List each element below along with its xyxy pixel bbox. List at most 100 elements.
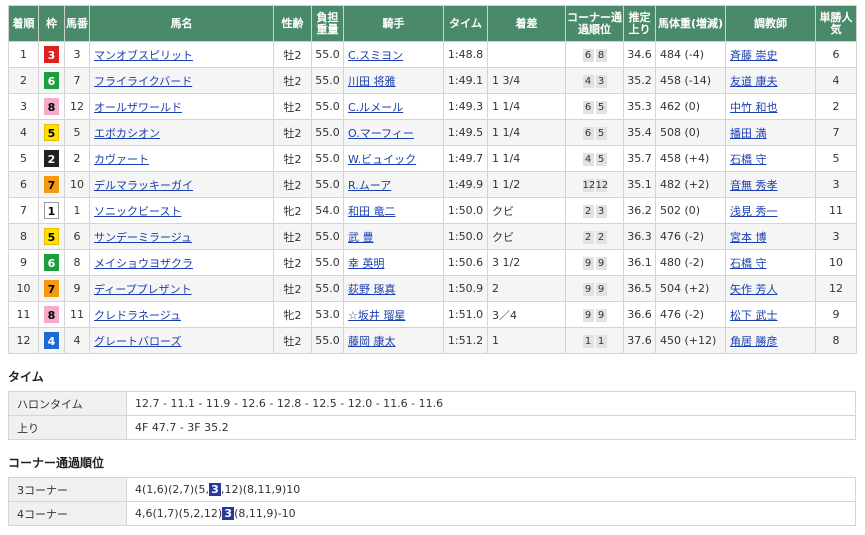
- sex-cell: 牡2: [273, 327, 312, 354]
- body-cell: 502 (0): [655, 197, 726, 224]
- corner4-pre: 4,6(1,7)(5,2,12): [135, 507, 223, 520]
- table-row: 5 2 2 カヴァート 牡2 55.0 W.ビュイック 1:49.7 1 1/4 4 5 35.7 45…: [8, 145, 857, 172]
- jockey-link[interactable]: W.ビュイック: [348, 153, 416, 166]
- horse-cell: ディーププレザント: [89, 275, 274, 302]
- corner-cell: 11: [565, 327, 624, 354]
- table-row: 3 8 12 オールザワールド 牡2 55.0 C.ルメール 1:49.3 1 1/4 6 5 35.…: [8, 93, 857, 120]
- pop-cell: 8: [815, 327, 857, 354]
- trainer-link[interactable]: 播田 満: [730, 127, 767, 140]
- carried-weight: 55.0: [315, 100, 340, 113]
- popularity: 7: [832, 126, 840, 139]
- table-row: 12 4 4 グレートバローズ 牡2 55.0 藤岡 康太 1:51.2 1 1 1 37.6 450 …: [8, 327, 857, 354]
- horse-number: 4: [73, 334, 81, 347]
- trainer-link[interactable]: 角居 勝彦: [730, 335, 778, 348]
- num-cell: 4: [64, 327, 90, 354]
- carried-weight: 55.0: [315, 126, 340, 139]
- jockey-link[interactable]: 武 豊: [348, 231, 374, 244]
- horse-name-link[interactable]: フライライクバード: [94, 75, 192, 88]
- sex-cell: 牡2: [273, 145, 312, 172]
- body-cell: 480 (-2): [655, 249, 726, 276]
- pop-cell: 4: [815, 67, 857, 94]
- margin-cell: クビ: [487, 197, 566, 224]
- weight-cell: 55.0: [311, 119, 344, 146]
- horse-name-link[interactable]: ソニックビースト: [94, 205, 181, 218]
- sex-age: 牡2: [283, 256, 302, 270]
- horse-name-link[interactable]: デルマラッキーガイ: [94, 179, 193, 192]
- jockey-link[interactable]: ☆坂井 瑠星: [348, 309, 405, 322]
- horse-name-link[interactable]: ディーププレザント: [94, 283, 192, 296]
- horse-name-link[interactable]: エボカシオン: [94, 127, 160, 140]
- rank-cell: 1: [8, 41, 39, 68]
- horse-name-link[interactable]: グレートバローズ: [94, 335, 181, 348]
- jockey-link[interactable]: 荻野 琢真: [348, 283, 396, 296]
- trainer-link[interactable]: 松下 武士: [730, 309, 778, 322]
- popularity: 9: [832, 308, 840, 321]
- waku-badge: 2: [44, 150, 59, 167]
- trainer-link[interactable]: 石橋 守: [730, 257, 767, 270]
- jockey-link[interactable]: 川田 将雅: [348, 75, 396, 88]
- rank-cell: 7: [8, 197, 39, 224]
- sex-age: 牡2: [283, 48, 302, 62]
- trainer-link[interactable]: 友道 康夫: [730, 75, 778, 88]
- header-margin: 着差: [487, 5, 566, 42]
- trainer-link[interactable]: 浅見 秀一: [730, 205, 778, 218]
- horse-name-link[interactable]: メイショウヨザクラ: [94, 257, 193, 270]
- horse-name-link[interactable]: オールザワールド: [94, 101, 182, 114]
- rank-cell: 12: [8, 327, 39, 354]
- waku-badge: 8: [44, 98, 59, 115]
- trainer-cell: 音無 秀孝: [725, 171, 816, 198]
- header-pop: 単勝人気: [815, 5, 857, 42]
- trainer-link[interactable]: 宮本 博: [730, 231, 767, 244]
- jockey-link[interactable]: R.ムーア: [348, 179, 391, 192]
- horse-name-link[interactable]: カヴァート: [94, 153, 149, 166]
- trainer-link[interactable]: 中竹 和也: [730, 101, 778, 114]
- rank: 4: [20, 126, 27, 139]
- carried-weight: 55.0: [315, 74, 340, 87]
- header-waku: 枠: [38, 5, 65, 42]
- agari-row: 上り 4F 47.7 - 3F 35.2: [8, 415, 856, 440]
- corner-cell: 65: [565, 93, 624, 120]
- jockey-link[interactable]: O.マーフィー: [348, 127, 414, 140]
- margin-cell: 1 3/4: [487, 67, 566, 94]
- trainer-link[interactable]: 矢作 芳人: [730, 283, 778, 296]
- waku-badge: 8: [44, 306, 59, 323]
- trainer-cell: 松下 武士: [725, 301, 816, 328]
- jockey-cell: 武 豊: [343, 223, 444, 250]
- trainer-cell: 角居 勝彦: [725, 327, 816, 354]
- num-cell: 5: [64, 119, 90, 146]
- body-weight: 484 (-4): [660, 48, 705, 61]
- trainer-link[interactable]: 音無 秀孝: [730, 179, 778, 192]
- popularity: 2: [832, 100, 840, 113]
- header-sex: 性齢: [273, 5, 312, 42]
- jockey-link[interactable]: 藤岡 康太: [348, 335, 396, 348]
- waku-cell: 1: [38, 197, 65, 224]
- results-header-row: 着順枠馬番 馬名 性齢 負担重量 騎手 タイム 着差 コーナー通過順位 推定上り 馬体重(増減) 調…: [8, 5, 857, 42]
- sex-cell: 牝2: [273, 301, 312, 328]
- horse-cell: サンデーミラージュ: [89, 223, 274, 250]
- time-table: ハロンタイム 12.7 - 11.1 - 11.9 - 12.6 - 12.8 …: [8, 391, 856, 440]
- table-row: 10 7 9 ディーププレザント 牡2 55.0 荻野 琢真 1:50.9 2 9 9 36.5 504…: [8, 275, 857, 302]
- waku-cell: 7: [38, 171, 65, 198]
- jockey-cell: ☆坂井 瑠星: [343, 301, 444, 328]
- horse-name-link[interactable]: サンデーミラージュ: [94, 231, 192, 244]
- corner-pos-2: 3: [595, 204, 607, 218]
- trainer-link[interactable]: 斉藤 崇史: [730, 49, 778, 62]
- horse-name-link[interactable]: クレドラネージュ: [94, 309, 181, 322]
- popularity: 3: [832, 230, 840, 243]
- trainer-link[interactable]: 石橋 守: [730, 153, 767, 166]
- jockey-link[interactable]: 幸 英明: [348, 257, 385, 270]
- jockey-link[interactable]: C.ルメール: [348, 101, 403, 114]
- sex-cell: 牡2: [273, 223, 312, 250]
- last-cell: 36.6: [623, 301, 656, 328]
- jockey-link[interactable]: 和田 竜二: [348, 205, 396, 218]
- corner-cell: 45: [565, 145, 624, 172]
- popularity: 5: [832, 152, 840, 165]
- jockey-link[interactable]: C.スミヨン: [348, 49, 403, 62]
- sex-age: 牡2: [283, 334, 302, 348]
- sex-cell: 牡2: [273, 67, 312, 94]
- last-cell: 36.5: [623, 275, 656, 302]
- corner4-value: 4,6(1,7)(5,2,12) 3 (8,11,9)-10: [126, 501, 856, 526]
- horse-name-link[interactable]: マンオブスピリット: [94, 49, 193, 62]
- corner3-row: 3コーナー 4(1,6)(2,7)(5, 3,12)(8,11,9)10: [8, 477, 856, 502]
- finish-time: 1:51.0: [447, 308, 484, 321]
